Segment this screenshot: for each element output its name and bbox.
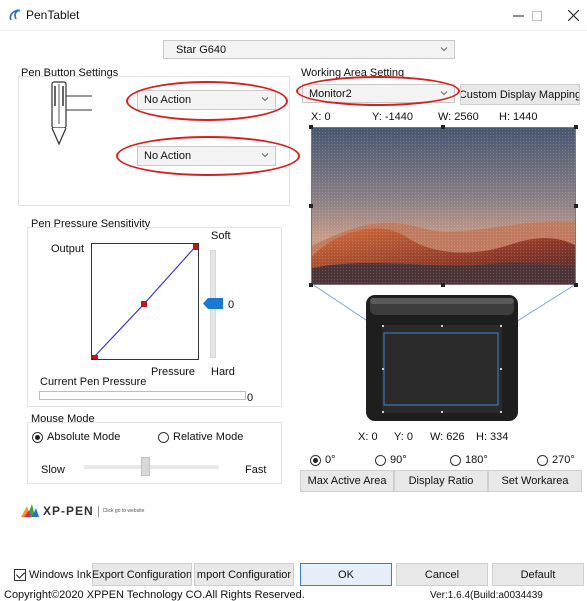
tablet-w-value: W: 626 [430,431,465,443]
tablet-x-value: X: 0 [358,431,378,443]
logo-divider [97,505,99,517]
copyright-text: Copyright©2020 XPPEN Technology CO.All R… [4,589,305,601]
rotation-90-label: 90° [390,454,407,466]
cancel-button[interactable]: Cancel [396,563,488,586]
rotation-180-radio[interactable]: 180° [450,454,488,466]
rotation-90-radio[interactable]: 90° [375,454,407,466]
tablet-y-value: Y: 0 [394,431,413,443]
version-text: Ver:1.6.4(Build:a0034439 [430,590,543,601]
radio-unselected-icon [450,454,461,466]
windows-ink-checkbox[interactable]: Windows Ink [14,569,91,581]
default-button[interactable]: Default [492,563,584,586]
xp-pen-tagline: Click go to website [102,508,145,514]
rotation-270-radio[interactable]: 270° [537,454,575,466]
rotation-0-radio[interactable]: 0° [310,454,336,466]
export-configuration-button[interactable]: Export Configuration [92,563,192,586]
rotation-180-label: 180° [465,454,488,466]
set-workarea-button[interactable]: Set Workarea [488,470,582,492]
rotation-0-label: 0° [325,454,336,466]
tablet-preview[interactable] [366,295,518,421]
xp-pen-brand: XP-PEN [43,504,94,518]
ok-button[interactable]: OK [300,563,392,586]
rotation-270-label: 270° [552,454,575,466]
radio-selected-icon [310,454,321,466]
tablet-h-value: H: 334 [476,431,509,443]
import-configuration-button[interactable]: mport Configuratior [194,563,294,586]
radio-unselected-icon [375,454,386,466]
display-ratio-button[interactable]: Display Ratio [394,470,488,492]
xp-pen-logo-link[interactable]: XP-PEN Click go to website [21,504,144,518]
radio-unselected-icon [537,454,548,466]
xp-pen-logo-icon [21,504,39,517]
max-active-area-button[interactable]: Max Active Area [300,470,394,492]
checkbox-checked-icon [14,569,26,581]
windows-ink-label: Windows Ink [29,569,92,581]
